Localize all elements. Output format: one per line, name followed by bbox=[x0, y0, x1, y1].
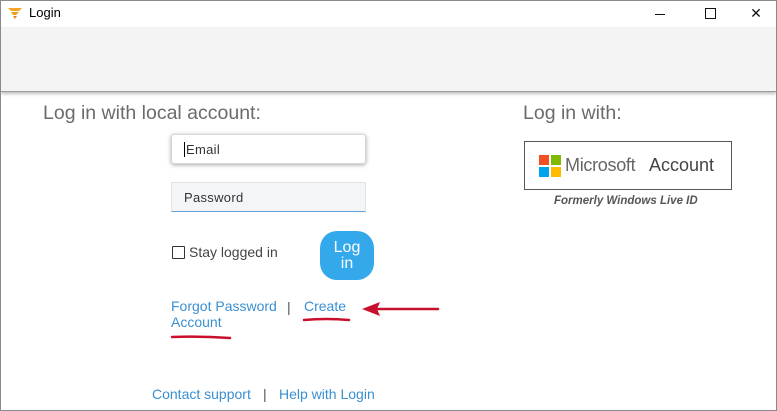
microsoft-brand-text: Microsoft bbox=[565, 155, 636, 175]
create-account-link[interactable]: Create bbox=[304, 298, 346, 314]
logo-square-green bbox=[551, 155, 561, 165]
password-field[interactable]: Password bbox=[171, 182, 366, 212]
maximize-icon bbox=[704, 7, 716, 19]
login-button[interactable]: Log in bbox=[320, 231, 374, 280]
close-icon: ✕ bbox=[750, 4, 762, 21]
microsoft-account-button[interactable]: Microsoft Account bbox=[524, 141, 732, 190]
password-placeholder: Password bbox=[184, 189, 244, 205]
app-logo-icon bbox=[8, 8, 22, 19]
close-button[interactable]: ✕ bbox=[733, 1, 776, 25]
local-login-heading: Log in with local account: bbox=[43, 102, 261, 124]
logo-square-red bbox=[539, 155, 549, 165]
login-button-label: Log in bbox=[333, 238, 361, 272]
external-login-heading: Log in with: bbox=[523, 102, 622, 124]
help-with-login-link[interactable]: Help with Login bbox=[279, 386, 375, 402]
forgot-password-label[interactable]: Forgot Password bbox=[171, 298, 277, 314]
logo-square-yellow bbox=[551, 167, 561, 177]
header-banner bbox=[1, 27, 776, 92]
text-caret bbox=[184, 141, 185, 157]
stay-logged-in-row[interactable]: Stay logged in bbox=[172, 244, 278, 260]
logo-square-blue bbox=[539, 167, 549, 177]
title-bar[interactable]: Login ✕ bbox=[1, 1, 776, 25]
formerly-note: Formerly Windows Live ID bbox=[554, 195, 698, 207]
contact-support-link[interactable]: Contact support bbox=[152, 386, 251, 402]
link-separator: | bbox=[287, 299, 291, 315]
minimize-icon bbox=[655, 13, 665, 15]
email-field[interactable]: Email bbox=[171, 134, 366, 164]
stay-logged-in-checkbox[interactable] bbox=[172, 245, 185, 259]
microsoft-logo-icon bbox=[539, 155, 561, 177]
create-account-label-line2[interactable]: Account bbox=[171, 314, 222, 330]
footer-separator: | bbox=[263, 386, 267, 402]
maximize-button[interactable] bbox=[687, 1, 733, 25]
microsoft-account-label: Account bbox=[649, 155, 715, 175]
stay-logged-in-label[interactable]: Stay logged in bbox=[189, 244, 278, 260]
window-title: Login bbox=[29, 5, 61, 20]
forgot-password-link[interactable]: Forgot Password Account bbox=[171, 298, 291, 330]
minimize-button[interactable] bbox=[637, 1, 683, 25]
email-placeholder: Email bbox=[186, 141, 221, 157]
